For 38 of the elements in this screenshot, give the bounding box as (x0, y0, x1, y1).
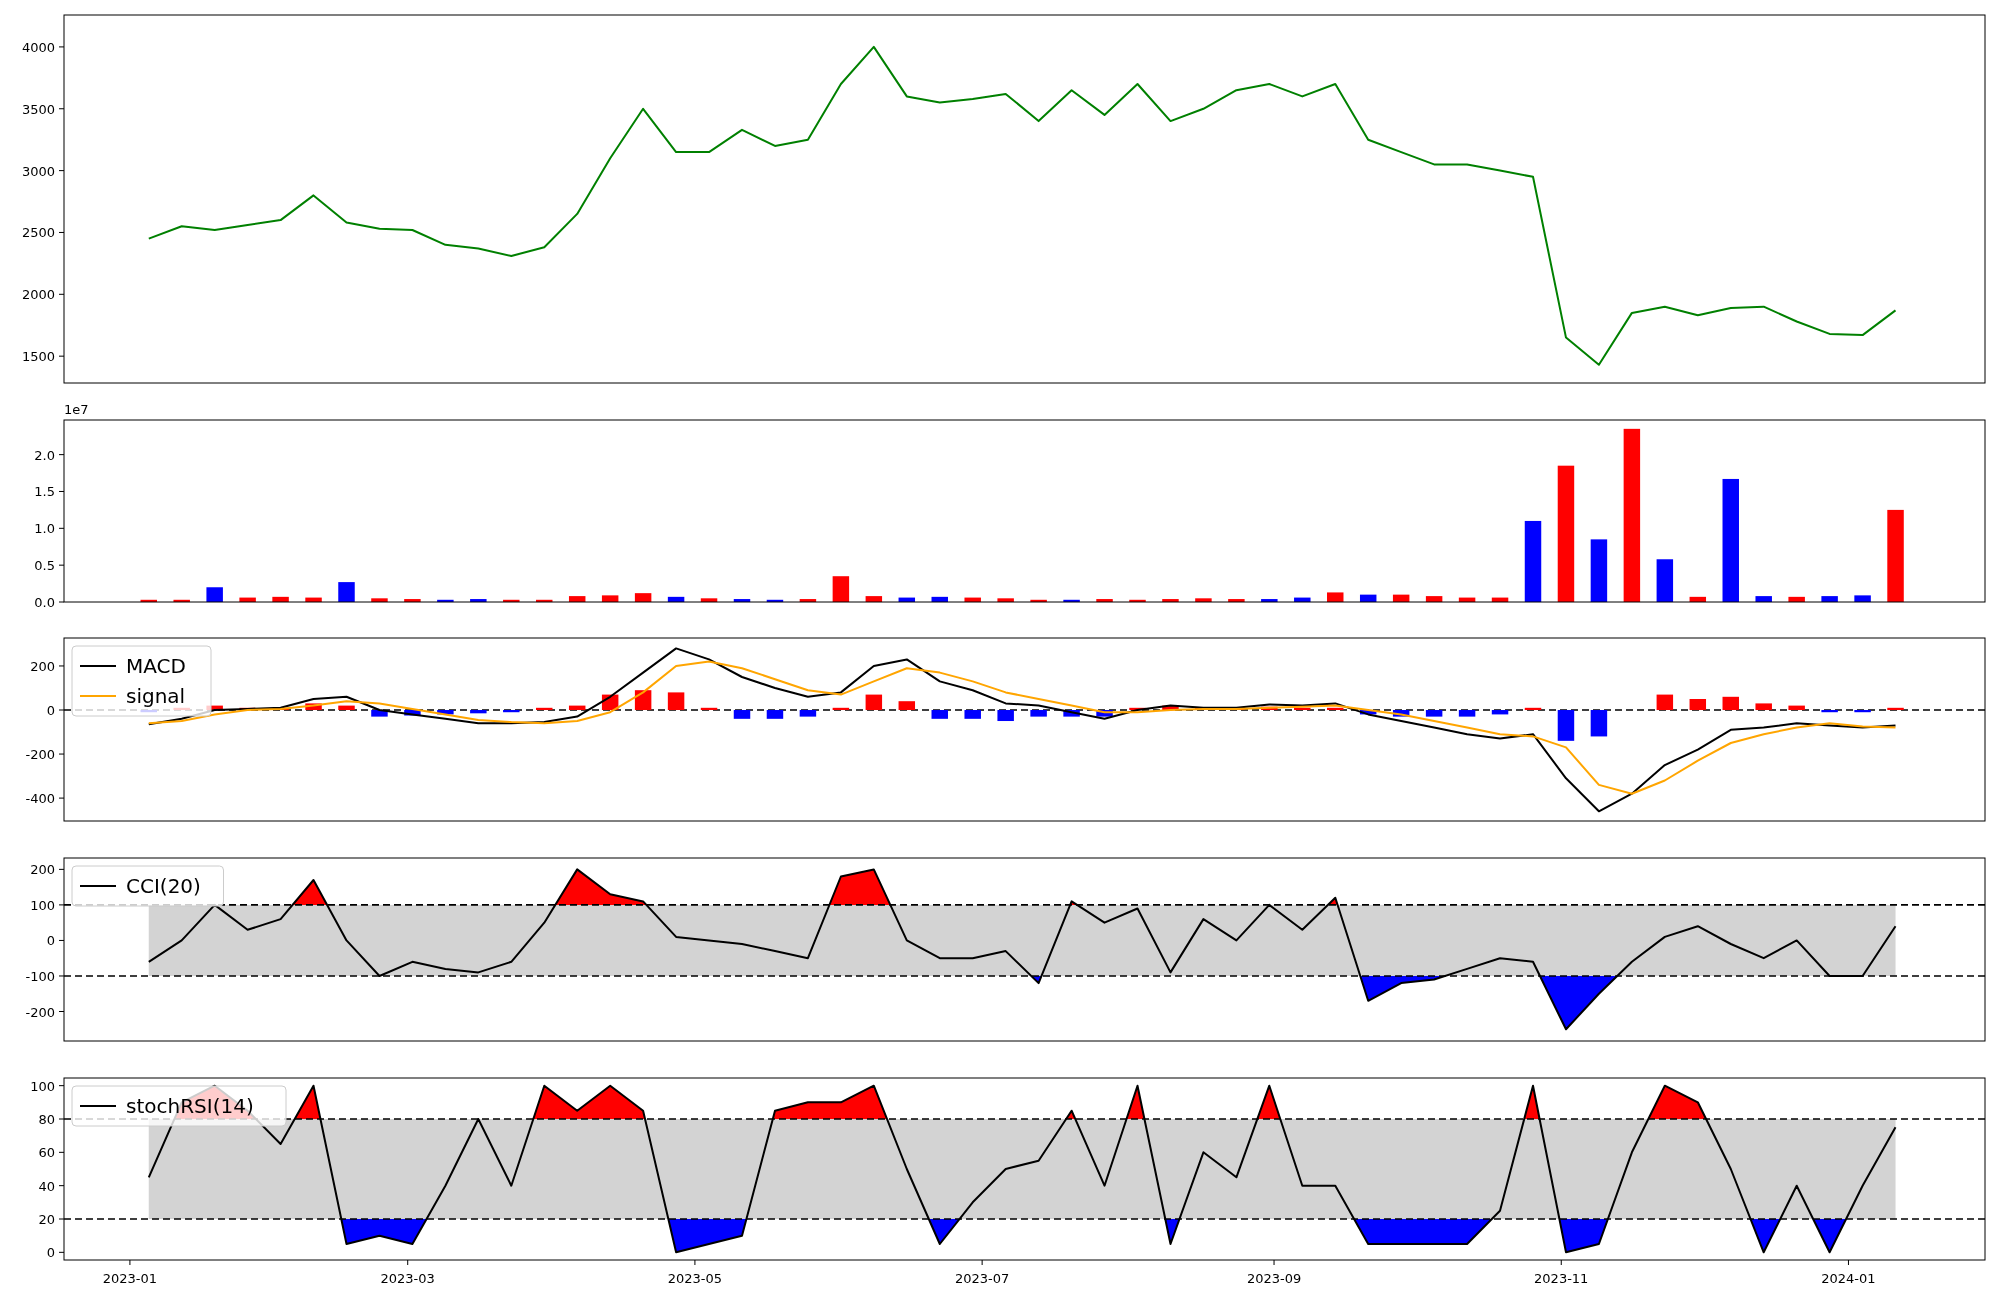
y-tick-label: 2000 (21, 287, 55, 303)
y-tick-label: 20 (38, 1212, 55, 1227)
y-tick-label: 100 (30, 1078, 55, 1094)
x-tick-label: 2023-01 (102, 1271, 158, 1286)
legend-label: CCI(20) (126, 874, 201, 898)
y-tick-label: 4000 (21, 39, 55, 55)
legend-label: stochRSI(14) (126, 1094, 254, 1118)
x-tick-label: 2023-11 (1534, 1271, 1589, 1286)
y-tick-label: -200 (25, 747, 55, 763)
y-tick-label: 60 (38, 1145, 55, 1161)
y-tick-label: 0 (46, 1245, 55, 1261)
y-tick-label: 3000 (21, 163, 55, 179)
y-tick-label: 0.5 (34, 558, 55, 574)
y-tick-label: 200 (30, 862, 55, 878)
y-tick-label: -400 (25, 791, 55, 807)
y-tick-label: 100 (30, 897, 55, 913)
y-tick-label: 0 (46, 933, 55, 949)
x-tick-label: 2023-07 (954, 1271, 1010, 1286)
y-tick-label: 3500 (21, 101, 55, 117)
y-tick-label: 2.0 (34, 447, 55, 463)
y-tick-label: 200 (30, 658, 55, 674)
y-tick-label: 40 (38, 1178, 55, 1194)
y-tick-label: 1.5 (34, 484, 55, 500)
y-tick-label: 80 (38, 1112, 55, 1127)
legend-label: signal (126, 684, 186, 708)
y-tick-label: 0.0 (34, 595, 55, 610)
y-tick-label: -200 (25, 1004, 55, 1020)
x-tick-label: 2023-05 (667, 1271, 723, 1286)
y-tick-label: 1.0 (34, 521, 55, 537)
y-tick-label: 0 (46, 703, 55, 718)
x-tick-label: 2023-03 (380, 1271, 435, 1286)
legend-label: MACD (126, 654, 186, 678)
y-tick-label: 1500 (21, 349, 55, 365)
axis-offset-label: 1e7 (64, 402, 89, 417)
x-tick-label: 2023-09 (1246, 1271, 1302, 1286)
x-tick-label: 2024-01 (1821, 1271, 1876, 1286)
y-tick-label: 2500 (21, 225, 55, 241)
y-tick-label: -100 (25, 968, 55, 984)
